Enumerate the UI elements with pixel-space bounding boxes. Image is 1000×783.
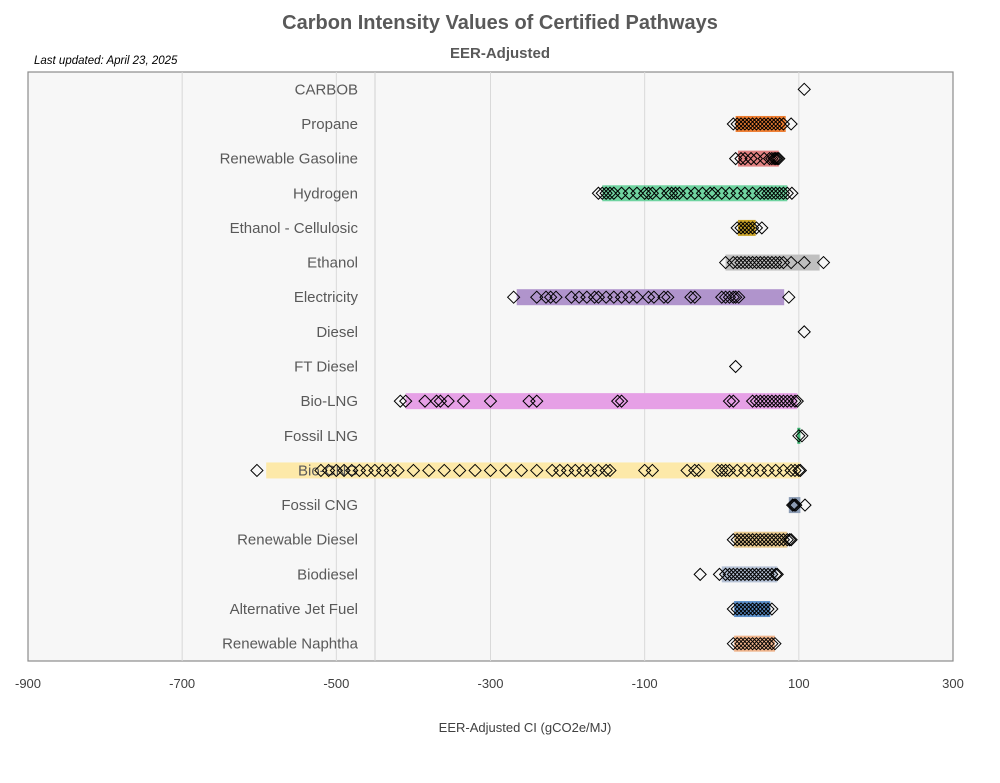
category-label: Ethanol — [307, 255, 358, 272]
last-updated-note: Last updated: April 23, 2025 — [34, 55, 178, 67]
category-label: Alternative Jet Fuel — [230, 601, 358, 618]
category-label: Propane — [301, 116, 358, 133]
category-label: Electricity — [294, 289, 359, 306]
chart-title: Carbon Intensity Values of Certified Pat… — [282, 12, 718, 34]
category-label: FT Diesel — [294, 359, 358, 376]
x-tick-label: -900 — [15, 676, 41, 691]
category-label: Renewable Diesel — [237, 532, 358, 549]
x-tick-label: -500 — [323, 676, 349, 691]
x-tick-label: 300 — [942, 676, 964, 691]
x-axis-label: EER-Adjusted CI (gCO2e/MJ) — [439, 720, 612, 735]
category-label: Bio-LNG — [300, 393, 358, 410]
x-tick-label: -700 — [169, 676, 195, 691]
x-tick-label: 100 — [788, 676, 810, 691]
category-label: Renewable Naphtha — [222, 636, 359, 653]
x-tick-label: -300 — [477, 676, 503, 691]
category-label: CARBOB — [295, 81, 358, 98]
x-tick-labels: -900 -700 -500 -300 -100 100 300 — [15, 676, 964, 691]
category-label: Diesel — [316, 324, 358, 341]
category-label: Fossil CNG — [281, 497, 358, 514]
x-tick-label: -100 — [632, 676, 658, 691]
chart-subtitle: EER-Adjusted — [450, 45, 550, 62]
category-label: Hydrogen — [293, 185, 358, 202]
category-label: Ethanol - Cellulosic — [230, 220, 359, 237]
category-label: Fossil LNG — [284, 428, 358, 445]
category-label: Biodiesel — [297, 566, 358, 583]
category-label: Renewable Gasoline — [220, 151, 358, 168]
ci-chart: Carbon Intensity Values of Certified Pat… — [15, 12, 964, 735]
